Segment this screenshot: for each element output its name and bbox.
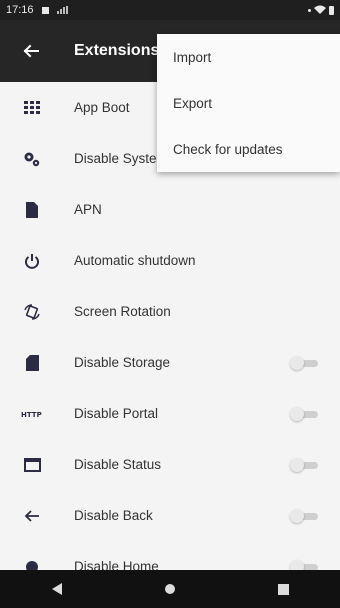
signal-icon: [56, 6, 68, 14]
back-toggle[interactable]: [290, 508, 320, 523]
back-arrow-icon: [18, 502, 46, 530]
wifi-icon: [314, 5, 326, 14]
document-icon: [18, 196, 46, 224]
nav-recents-button[interactable]: [263, 570, 303, 608]
nav-back-button[interactable]: [37, 570, 77, 608]
nav-home-button[interactable]: [150, 570, 190, 608]
power-icon: [18, 247, 46, 275]
nav-recents-icon: [277, 583, 289, 595]
list-item-automatic-shutdown[interactable]: Automatic shutdown: [0, 235, 340, 286]
list-item-disable-storage[interactable]: Disable Storage: [0, 337, 340, 388]
portal-toggle[interactable]: [290, 406, 320, 421]
notification-icon: [41, 6, 49, 14]
list-item-label: Disable Status: [74, 457, 162, 472]
page-title: Extensions: [74, 42, 160, 59]
list-item-label: Disable Portal: [74, 406, 159, 421]
list-item-label: APN: [74, 202, 102, 217]
status-bar: 17:16: [0, 0, 340, 20]
http-icon: HTTP: [18, 400, 46, 428]
menu-item-export[interactable]: Export: [157, 80, 340, 126]
list-item-label: Screen Rotation: [74, 304, 171, 319]
toggle-thumb: [290, 406, 304, 421]
back-button[interactable]: [0, 20, 62, 82]
toggle-thumb: [290, 457, 304, 472]
rotation-icon: [18, 298, 46, 326]
nav-back-icon: [51, 583, 62, 595]
list-item-label: Automatic shutdown: [74, 253, 196, 268]
sd-card-icon: [18, 349, 46, 377]
http-icon-text: HTTP: [21, 411, 42, 419]
navigation-bar: [0, 570, 340, 608]
list-item-disable-back[interactable]: Disable Back: [0, 490, 340, 541]
list-item-disable-status[interactable]: Disable Status: [0, 439, 340, 490]
list-item-screen-rotation[interactable]: Screen Rotation: [0, 286, 340, 337]
list-item-label: Disable Storage: [74, 355, 171, 370]
status-time: 17:16: [6, 4, 34, 16]
menu-item-check-for-updates[interactable]: Check for updates: [157, 126, 340, 172]
dot-icon: [308, 8, 311, 12]
status-bar-icon: [18, 451, 46, 479]
arrow-left-icon: [23, 44, 39, 58]
list-item-apn[interactable]: APN: [0, 184, 340, 235]
toggle-thumb: [290, 355, 304, 370]
list-item-label: App Boot: [74, 100, 130, 115]
nav-home-icon: [164, 584, 175, 594]
list-item-label: Disable System: [74, 151, 168, 166]
status-toggle[interactable]: [290, 457, 320, 472]
toggle-thumb: [290, 508, 304, 523]
list-item-label: Disable Back: [74, 508, 153, 523]
menu-item-import[interactable]: Import: [157, 34, 340, 80]
storage-toggle[interactable]: [290, 355, 320, 370]
battery-icon: [329, 5, 334, 15]
overflow-menu: Import Export Check for updates: [157, 34, 340, 172]
gears-icon: [18, 145, 46, 173]
list-item-disable-portal[interactable]: HTTP Disable Portal: [0, 388, 340, 439]
grid-icon: [18, 94, 46, 122]
